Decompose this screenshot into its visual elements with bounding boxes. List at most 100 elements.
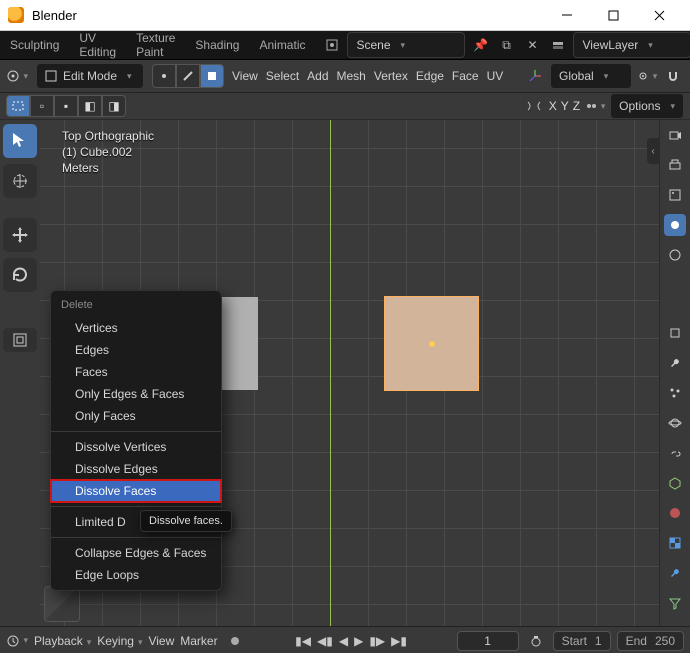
window-maximize-button[interactable] (590, 0, 636, 30)
editor-header: Edit Mode View Select Add Mesh Vertex Ed… (0, 60, 690, 93)
prop-tab-material[interactable] (664, 502, 686, 524)
tool-rotate[interactable] (3, 258, 37, 292)
prop-tab-world[interactable] (664, 244, 686, 266)
frame-end-field[interactable]: End 250 (617, 631, 684, 651)
select-mode-intersect[interactable]: ◧ (78, 95, 102, 117)
select-edge-button[interactable] (176, 64, 200, 88)
mirror-y[interactable]: Y (561, 99, 569, 113)
menu-uv[interactable]: UV (487, 69, 504, 83)
mesh-object-selected[interactable] (385, 297, 478, 390)
tab-animation[interactable]: Animatic (255, 34, 309, 56)
prop-tab-constraint[interactable] (664, 442, 686, 464)
select-mode-set[interactable] (6, 95, 30, 117)
jump-to-end-button[interactable]: ▶▮ (391, 634, 407, 648)
n-panel-handle[interactable]: ‹ (647, 138, 659, 164)
menu-item-only-edges-faces[interactable]: Only Edges & Faces (51, 383, 221, 405)
mirror-z[interactable]: Z (573, 99, 580, 113)
select-face-button[interactable] (200, 64, 224, 88)
tool-scale[interactable] (3, 328, 37, 352)
tab-sculpting[interactable]: Sculpting (6, 34, 63, 56)
select-mode-extend[interactable]: ▫ (30, 95, 54, 117)
3d-viewport[interactable]: Top Orthographic (1) Cube.002 Meters ‹ D… (40, 120, 659, 626)
menu-item-dissolve-faces[interactable]: Dissolve Faces (51, 480, 221, 502)
menu-item-vertices[interactable]: Vertices (51, 317, 221, 339)
menu-select[interactable]: Select (266, 69, 299, 83)
menu-item-edges[interactable]: Edges (51, 339, 221, 361)
play-reverse-button[interactable]: ◀ (339, 634, 348, 648)
prop-tab-modifier[interactable] (664, 352, 686, 374)
menu-item-dissolve-edges[interactable]: Dissolve Edges (51, 458, 221, 480)
prop-tab-scene[interactable] (664, 214, 686, 236)
scene-pin-icon[interactable]: 📌 (469, 34, 491, 56)
mesh-display-butterfly-icon[interactable] (523, 95, 545, 117)
orientation-selector[interactable]: Global (550, 63, 632, 89)
menu-item-edge-loops[interactable]: Edge Loops (51, 564, 221, 586)
select-mode-invert[interactable]: ◨ (102, 95, 126, 117)
menu-item-only-faces[interactable]: Only Faces (51, 405, 221, 427)
editor-type-selector[interactable] (6, 65, 28, 87)
timeline-keying-menu[interactable]: Keying (97, 634, 142, 648)
face-icon (206, 70, 218, 82)
tab-shading[interactable]: Shading (191, 34, 243, 56)
menu-edge[interactable]: Edge (416, 69, 444, 83)
tool-cursor[interactable] (3, 164, 37, 198)
viewlayer-browse-icon[interactable] (547, 34, 569, 56)
tab-texture-paint[interactable]: Texture Paint (132, 27, 179, 63)
tool-move[interactable] (3, 218, 37, 252)
orientation-icon[interactable] (524, 65, 546, 87)
autokey-toggle[interactable] (224, 630, 246, 652)
prop-tab-wrench2[interactable] (664, 562, 686, 584)
menu-face[interactable]: Face (452, 69, 479, 83)
prop-tab-texture[interactable] (664, 532, 686, 554)
frame-start-field[interactable]: Start 1 (553, 631, 611, 651)
menu-mesh[interactable]: Mesh (337, 69, 366, 83)
prop-tab-render[interactable] (664, 124, 686, 146)
timeline-marker-menu[interactable]: Marker (180, 634, 217, 648)
menu-item-dissolve-vertices[interactable]: Dissolve Vertices (51, 436, 221, 458)
jump-prev-key-button[interactable]: ◀▮ (317, 634, 333, 648)
current-frame-field[interactable]: 1 (457, 631, 519, 651)
mirror-x[interactable]: X (549, 99, 557, 113)
jump-to-start-button[interactable]: ▮◀ (295, 634, 311, 648)
mode-selector[interactable]: Edit Mode (36, 63, 144, 89)
preview-range-toggle[interactable] (525, 630, 547, 652)
select-vertex-button[interactable] (152, 64, 176, 88)
scene-delete-icon[interactable]: ✕ (521, 34, 543, 56)
select-mode-subtract[interactable]: ▪ (54, 95, 78, 117)
tab-uv-editing[interactable]: UV Editing (75, 27, 120, 63)
play-forward-button[interactable]: ▶ (354, 634, 363, 648)
menu-item-faces[interactable]: Faces (51, 361, 221, 383)
viewport-corner-widget[interactable] (44, 586, 80, 622)
frame-end-label: End (626, 634, 647, 648)
prop-tab-physics[interactable] (664, 412, 686, 434)
tool-select-box[interactable] (3, 124, 37, 158)
menu-add[interactable]: Add (307, 69, 328, 83)
timeline-view-menu[interactable]: View (148, 634, 174, 648)
menu-view[interactable]: View (232, 69, 258, 83)
prop-tab-particles[interactable] (664, 382, 686, 404)
window-minimize-button[interactable] (544, 0, 590, 30)
menu-item-collapse-edges-faces[interactable]: Collapse Edges & Faces (51, 542, 221, 564)
scene-copy-icon[interactable]: ⧉ (495, 34, 517, 56)
scene-selector[interactable]: Scene (347, 32, 465, 58)
timeline-editor-type[interactable] (6, 630, 28, 652)
jump-next-key-button[interactable]: ▮▶ (369, 634, 385, 648)
viewlayer-selector-label: ViewLayer (582, 38, 638, 52)
pivot-point-selector[interactable] (636, 65, 658, 87)
prop-tab-viewlayer[interactable] (664, 184, 686, 206)
snap-toggle[interactable] (662, 65, 684, 87)
prop-tab-data[interactable] (664, 472, 686, 494)
frame-start-label: Start (562, 634, 587, 648)
scene-browse-icon[interactable] (321, 34, 343, 56)
prop-tab-output[interactable] (664, 154, 686, 176)
orientation-axes-icon (528, 69, 542, 83)
options-dropdown[interactable]: Options (610, 93, 684, 119)
automerge-toggle[interactable] (584, 95, 606, 117)
prop-tab-filter[interactable] (664, 592, 686, 614)
prop-tab-object[interactable] (664, 322, 686, 344)
timeline-playback-menu[interactable]: Playback (34, 634, 91, 648)
window-close-button[interactable] (636, 0, 682, 30)
stopwatch-icon (529, 634, 543, 648)
viewlayer-selector[interactable]: ViewLayer (573, 32, 690, 58)
menu-vertex[interactable]: Vertex (374, 69, 408, 83)
